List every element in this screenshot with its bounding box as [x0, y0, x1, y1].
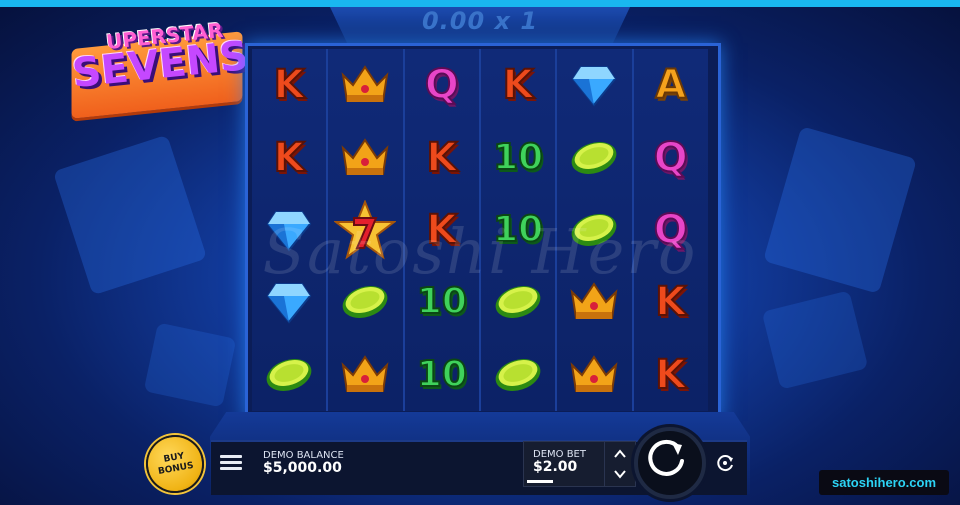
reel-cell	[557, 121, 631, 193]
hamburger-icon[interactable]	[220, 452, 242, 472]
reel-cell: K	[405, 194, 479, 266]
reel-cell	[328, 49, 402, 121]
diamond-symbol-icon	[266, 283, 312, 325]
chevron-up-icon[interactable]	[613, 447, 627, 461]
buy-bonus-label-line2: BONUS	[157, 460, 195, 477]
reel-cell	[557, 266, 631, 338]
crown-symbol-icon	[571, 282, 618, 320]
reel-cell	[557, 339, 631, 411]
reels-grid: K K Q K K 10 10 K 10 10 A Q Q K K	[252, 49, 708, 411]
diamond-symbol-icon	[266, 211, 312, 252]
letter-symbol-q: Q	[424, 62, 460, 109]
reel: KK	[252, 49, 329, 411]
letter-symbol-10: 10	[416, 281, 468, 323]
reel-cell	[328, 194, 402, 266]
letter-symbol-a: A	[654, 62, 687, 109]
letter-symbol-k: K	[502, 62, 535, 109]
reel-cell	[557, 194, 631, 266]
lime-symbol-icon	[266, 358, 312, 391]
lime-symbol-icon	[495, 286, 541, 319]
letter-symbol-k: K	[425, 207, 458, 254]
reel-cell: A	[634, 49, 708, 121]
reel-cell: Q	[405, 49, 479, 121]
autoplay-icon[interactable]	[712, 452, 738, 474]
reel-cell: K	[634, 266, 708, 338]
lime-symbol-icon	[343, 286, 388, 319]
game-logo: UPERSTAR SEVENS	[66, 14, 251, 119]
reel-cell	[252, 266, 326, 338]
lime-symbol-icon	[572, 141, 617, 174]
letter-symbol-k: K	[273, 134, 306, 181]
crown-symbol-icon	[571, 355, 618, 392]
letter-symbol-10: 10	[492, 136, 544, 178]
reel-cell	[481, 339, 555, 411]
site-badge: satoshihero.com	[819, 470, 949, 495]
background-cube-right-lower	[761, 290, 869, 390]
spin-arrow-icon	[648, 439, 684, 476]
letter-symbol-k: K	[425, 134, 458, 181]
reel-cell: K	[252, 121, 326, 193]
seven-symbol-icon	[334, 200, 397, 260]
reel	[328, 49, 405, 411]
background-cube-left	[52, 134, 208, 296]
letter-symbol-10: 10	[492, 209, 544, 251]
chevron-down-icon[interactable]	[613, 467, 627, 481]
reel-cell	[557, 49, 631, 121]
letter-symbol-k: K	[654, 279, 687, 326]
bet-adjust-panel	[604, 441, 636, 487]
letter-symbol-q: Q	[653, 134, 689, 181]
reel-cell: Q	[634, 121, 708, 193]
crown-symbol-icon	[342, 65, 389, 103]
reel: AQQKK	[633, 49, 708, 411]
multiplier-display: 0.00 x 1	[421, 7, 539, 35]
reel-cell	[252, 339, 326, 411]
reel-cell	[328, 121, 402, 193]
background-cube-left-lower	[143, 322, 237, 408]
reel: K 10 10	[480, 49, 558, 411]
balance-value: $5,000.00	[263, 460, 342, 476]
bet-value: $2.00	[533, 459, 578, 475]
crown-symbol-icon	[342, 137, 389, 175]
reel-cell: K	[481, 49, 555, 121]
reel-cell: K	[405, 121, 479, 193]
background-cube-right	[763, 126, 917, 294]
reel-cell: 10	[405, 266, 479, 338]
reel-cell: K	[252, 49, 326, 121]
reel-cell	[481, 266, 555, 338]
letter-symbol-k: K	[273, 62, 306, 109]
buy-bonus-button[interactable]: BUY BONUS	[141, 430, 209, 498]
reel-cell: 10	[481, 194, 555, 266]
reel-cell	[252, 194, 326, 266]
letter-symbol-k: K	[654, 351, 687, 398]
reel-cell: Q	[634, 194, 708, 266]
reel-cell: 10	[481, 121, 555, 193]
bet-underline	[527, 480, 553, 483]
letter-symbol-10: 10	[416, 353, 468, 395]
crown-symbol-icon	[342, 355, 389, 392]
lime-symbol-icon	[572, 214, 617, 246]
reel	[557, 49, 634, 411]
spin-button[interactable]	[634, 427, 706, 499]
top-accent-line	[0, 0, 960, 7]
reel-cell	[328, 339, 402, 411]
reel-cell: 10	[405, 339, 479, 411]
lime-symbol-icon	[495, 358, 541, 391]
reel: Q K K 10 10	[404, 49, 481, 411]
diamond-symbol-icon	[572, 66, 617, 107]
reel-cell: K	[634, 339, 708, 411]
reel-cell	[328, 266, 402, 338]
letter-symbol-q: Q	[653, 207, 689, 254]
